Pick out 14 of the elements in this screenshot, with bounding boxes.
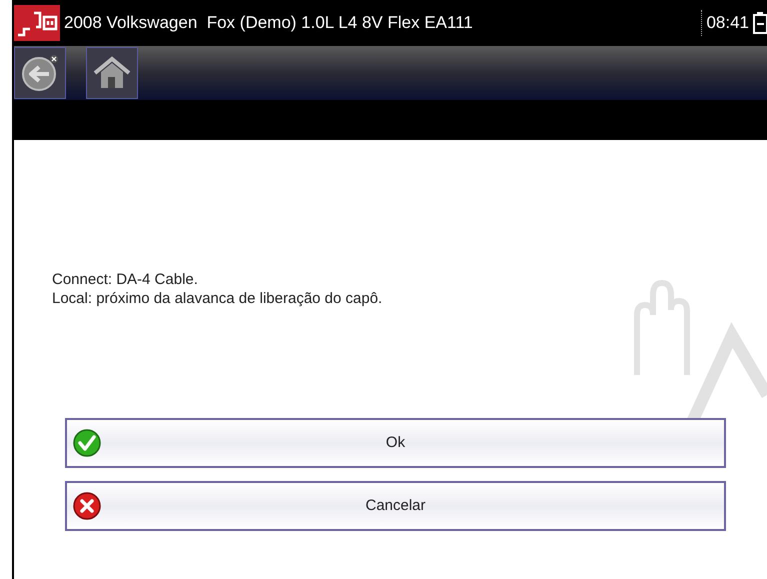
back-arrow-icon (19, 52, 61, 94)
battery-icon (753, 12, 767, 34)
vehicle-title: 2008 Volkswagen Fox (Demo) 1.0L L4 8V Flex EA111 (64, 12, 473, 34)
check-icon (73, 429, 101, 457)
cross-icon (73, 492, 101, 520)
clock-time: 08:41 (701, 10, 749, 36)
home-button[interactable] (86, 47, 138, 99)
cancel-button[interactable]: Cancelar (65, 481, 726, 531)
instruction-text: Connect: DA-4 Cable. (52, 270, 199, 289)
scanner-logo-icon (14, 5, 60, 41)
back-button[interactable] (14, 47, 66, 99)
ok-button[interactable]: Ok (65, 418, 726, 468)
instruction-text: Local: próximo da alavanca de liberação do capô. (52, 289, 384, 308)
home-icon (93, 56, 131, 90)
